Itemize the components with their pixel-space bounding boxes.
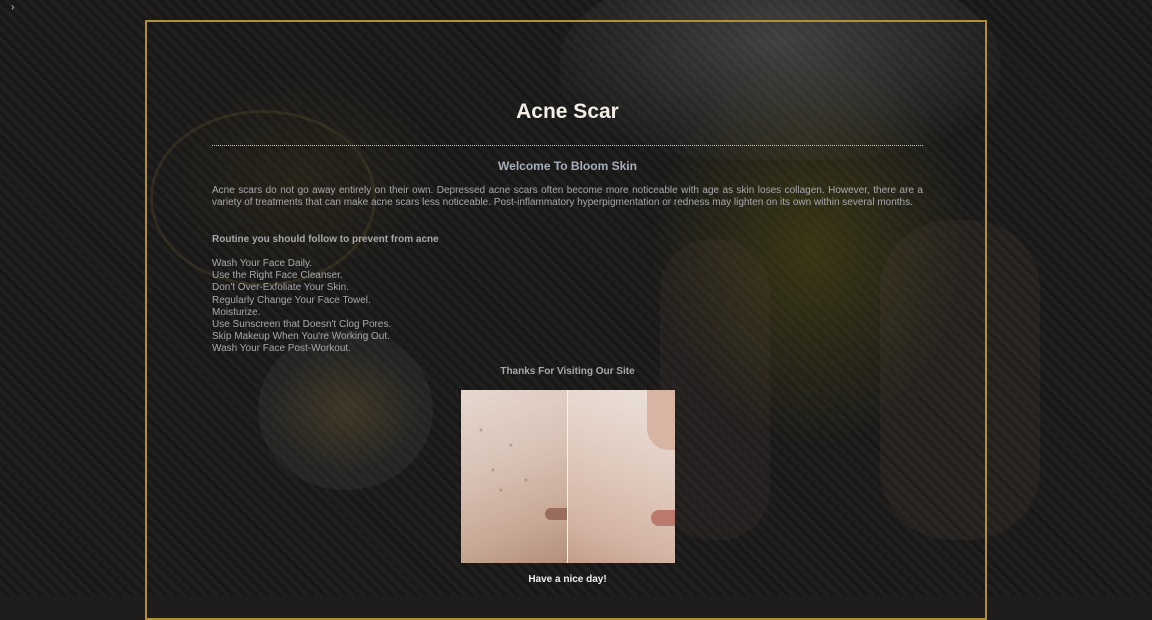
list-item: Use Sunscreen that Doesn't Clog Pores. bbox=[212, 319, 392, 331]
thanks-text: Thanks For Visiting Our Site bbox=[500, 366, 635, 377]
before-after-photo bbox=[461, 390, 675, 563]
acne-scars-marks bbox=[471, 420, 541, 500]
chevron-right-icon[interactable]: › bbox=[11, 3, 14, 13]
intro-paragraph: Acne scars do not go away entirely on th… bbox=[212, 185, 923, 208]
before-lips bbox=[545, 508, 567, 520]
after-nose bbox=[647, 390, 675, 450]
list-item: Use the Right Face Cleanser. bbox=[212, 270, 343, 282]
photo-divider bbox=[567, 390, 568, 563]
title-divider bbox=[212, 145, 923, 146]
list-item: Skip Makeup When You're Working Out. bbox=[212, 331, 390, 343]
list-item: Wash Your Face Daily. bbox=[212, 258, 313, 269]
closing-text: Have a nice day! bbox=[528, 574, 607, 585]
list-item: Moisturize. bbox=[212, 306, 261, 318]
tips-list: Wash Your Face Daily. Use the Right Face… bbox=[212, 258, 391, 356]
list-item: Don't Over-Exfoliate Your Skin. bbox=[212, 282, 349, 294]
list-item: Wash Your Face Post-Workout. bbox=[212, 343, 351, 355]
routine-heading: Routine you should follow to prevent fro… bbox=[212, 234, 439, 245]
list-item: Regularly Change Your Face Towel. bbox=[212, 294, 371, 306]
welcome-heading: Welcome To Bloom Skin bbox=[498, 159, 637, 173]
after-lips bbox=[651, 510, 675, 526]
page-title: Acne Scar bbox=[516, 100, 619, 123]
